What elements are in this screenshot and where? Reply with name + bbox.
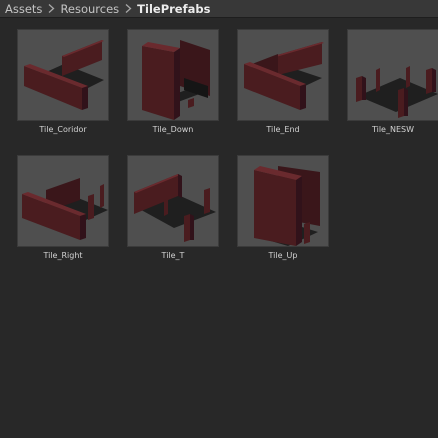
breadcrumb: Assets Resources TilePrefabs bbox=[0, 0, 438, 18]
asset-name: Tile_T bbox=[161, 251, 185, 260]
asset-name: Tile_End bbox=[266, 125, 300, 134]
project-browser: Assets Resources TilePrefabs Tile_Corido… bbox=[0, 0, 438, 438]
asset-name: Tile_Up bbox=[268, 251, 298, 260]
breadcrumb-item-resources[interactable]: Resources bbox=[60, 0, 119, 17]
chevron-right-icon bbox=[119, 0, 137, 17]
asset-name: Tile_Down bbox=[152, 125, 194, 134]
prefab-preview-t-icon bbox=[127, 155, 219, 247]
prefab-preview-down-icon bbox=[127, 29, 219, 121]
breadcrumb-item-tileprefabs[interactable]: TilePrefabs bbox=[137, 0, 210, 17]
breadcrumb-item-assets[interactable]: Assets bbox=[5, 0, 42, 17]
prefab-preview-nesw-icon bbox=[347, 29, 438, 121]
asset-name: Tile_Right bbox=[43, 251, 83, 260]
asset-name: Tile_Coridor bbox=[39, 125, 87, 134]
prefab-preview-end-icon bbox=[237, 29, 329, 121]
asset-name: Tile_NESW bbox=[371, 125, 415, 134]
prefab-preview-up-icon bbox=[237, 155, 329, 247]
prefab-preview-corridor-icon bbox=[17, 29, 109, 121]
chevron-right-icon bbox=[42, 0, 60, 17]
prefab-preview-right-icon bbox=[17, 155, 109, 247]
